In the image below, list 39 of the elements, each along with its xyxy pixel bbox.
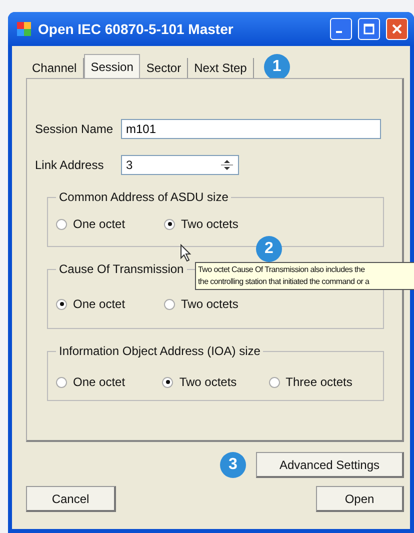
open-button[interactable]: Open <box>316 486 404 512</box>
option-label[interactable]: Two octets <box>181 297 238 311</box>
tab[interactable]: Session <box>84 54 140 78</box>
radio-button[interactable] <box>56 298 67 310</box>
session-name-field[interactable]: m101 <box>121 119 381 139</box>
option-label[interactable]: Two octets <box>181 217 238 231</box>
field-label: Session Name <box>35 122 114 136</box>
option-label[interactable]: One octet <box>73 297 126 311</box>
app-icon <box>16 21 32 37</box>
maximize-button[interactable] <box>358 18 380 40</box>
link-address-field[interactable]: 3 <box>121 155 239 175</box>
advanced-settings-button[interactable]: Advanced Settings <box>256 452 404 478</box>
cursor-icon <box>180 244 192 262</box>
spinner-arrows-icon[interactable] <box>220 157 234 173</box>
minimize-button[interactable] <box>330 18 352 40</box>
option-label[interactable]: Two octets <box>179 375 237 389</box>
option-label[interactable]: One octet <box>73 375 126 389</box>
radio-button[interactable] <box>56 376 67 388</box>
group-title: Information Object Address (IOA) size <box>56 344 264 358</box>
radio-button[interactable] <box>162 376 174 388</box>
tooltip-text: Two octet Cause Of Transmission also includes the <box>198 264 366 276</box>
group-title: Common Address of ASDU size <box>56 190 232 204</box>
tooltip-text: the controlling station that initiated the command or a <box>198 276 370 288</box>
callout-badge: 3 <box>220 452 246 478</box>
radio-button[interactable] <box>164 298 175 310</box>
callout-badge: 1 <box>264 54 290 80</box>
group-title: Cause Of Transmission <box>56 262 187 276</box>
close-button[interactable] <box>386 18 408 40</box>
option-label[interactable]: Three octets <box>286 375 352 389</box>
window-title: Open IEC 60870-5-101 Master <box>38 21 234 37</box>
minimize-icon <box>336 31 342 33</box>
cancel-button[interactable]: Cancel <box>26 486 116 512</box>
radio-button[interactable] <box>268 376 280 388</box>
close-icon <box>391 23 403 35</box>
option-label[interactable]: One octet <box>73 217 126 231</box>
radio-button[interactable] <box>56 218 67 230</box>
radio-button[interactable] <box>164 218 175 230</box>
maximize-icon <box>363 23 375 35</box>
field-label: Link Address <box>35 158 105 172</box>
